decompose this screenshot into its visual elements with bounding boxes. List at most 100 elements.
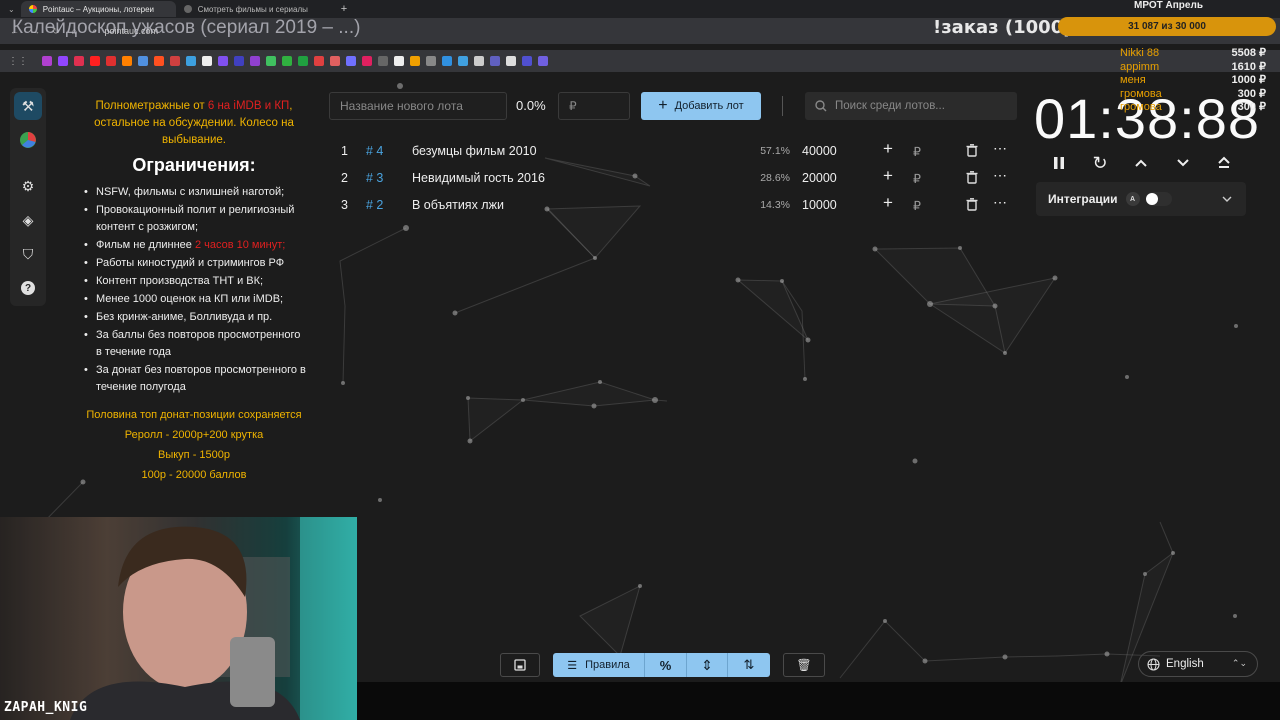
lot-name[interactable]: В объятиях лжи: [412, 198, 504, 212]
decrease-time-button[interactable]: [1172, 152, 1194, 174]
bookmark-icon[interactable]: [122, 56, 132, 66]
sidebar-wheel-button[interactable]: [14, 126, 42, 154]
bookmark-icon[interactable]: [394, 56, 404, 66]
lot-id-link[interactable]: # 2: [366, 198, 383, 212]
bookmark-icon[interactable]: [314, 56, 324, 66]
trash-icon[interactable]: [966, 144, 978, 160]
compact-toggle-button[interactable]: ⇕: [687, 653, 728, 677]
tab-pointauc[interactable]: Pointauc – Аукционы, лотереи: [20, 1, 176, 17]
lots-list: 1 # 4 безумцы фильм 2010 57.1% 40000 + ₽…: [330, 137, 1015, 218]
add-amount-icon[interactable]: +: [883, 166, 893, 186]
rules-toggle-button[interactable]: ☰ Правила: [553, 653, 645, 677]
integrations-panel[interactable]: Интеграции A: [1036, 182, 1246, 216]
lot-currency[interactable]: ₽: [913, 144, 921, 159]
list-item: За донат без повторов просмотренного в т…: [80, 362, 308, 396]
more-options-icon[interactable]: ⋯: [993, 140, 1007, 157]
lot-amount[interactable]: 40000: [802, 144, 837, 158]
lot-search-input[interactable]: Поиск среди лотов...: [805, 92, 1017, 120]
percent-toggle-button[interactable]: %: [645, 653, 687, 677]
bookmark-icon[interactable]: [58, 56, 68, 66]
bookmark-icon[interactable]: [42, 56, 52, 66]
bookmark-icon[interactable]: [282, 56, 292, 66]
lot-name[interactable]: Невидимый гость 2016: [412, 171, 545, 185]
bookmark-icon[interactable]: [154, 56, 164, 66]
bookmark-icon[interactable]: [266, 56, 276, 66]
bookmark-icon[interactable]: [506, 56, 516, 66]
double-increase-time-button[interactable]: [1213, 152, 1235, 174]
donor-amount: 1000 ₽: [1231, 74, 1266, 86]
list-item: Менее 1000 оценок на КП или iMDB;: [80, 291, 308, 308]
double-chevron-up-icon: [1218, 156, 1230, 168]
lot-amount[interactable]: 10000: [802, 198, 837, 212]
bookmark-icon[interactable]: [170, 56, 180, 66]
bookmark-icon[interactable]: [426, 56, 436, 66]
sidebar-shield-button[interactable]: ⛉: [14, 240, 42, 268]
save-button[interactable]: [500, 653, 540, 677]
new-tab-icon[interactable]: +: [341, 3, 347, 15]
reset-button[interactable]: ↻: [1089, 152, 1111, 174]
bookmark-icon[interactable]: [538, 56, 548, 66]
bookmark-icon[interactable]: [330, 56, 340, 66]
bookmark-icon[interactable]: [346, 56, 356, 66]
reset-icon: ↻: [1092, 152, 1108, 173]
sidebar-settings-button[interactable]: ⚙: [14, 172, 42, 200]
lot-amount[interactable]: 20000: [802, 171, 837, 185]
bookmark-icon[interactable]: [186, 56, 196, 66]
more-options-icon[interactable]: ⋯: [993, 167, 1007, 184]
bookmark-icon[interactable]: [250, 56, 260, 66]
lot-name[interactable]: безумцы фильм 2010: [412, 144, 537, 158]
bookmark-icon[interactable]: [442, 56, 452, 66]
lot-id-link[interactable]: # 4: [366, 144, 383, 158]
lot-name-input[interactable]: Название нового лота: [329, 92, 507, 120]
more-options-icon[interactable]: ⋯: [993, 194, 1007, 211]
donor-name: меня: [1120, 74, 1146, 86]
trash-icon[interactable]: [966, 171, 978, 187]
integrations-toggle[interactable]: [1145, 192, 1172, 206]
sidebar-help-button[interactable]: ?: [14, 274, 42, 302]
lot-amount-input[interactable]: ₽: [558, 92, 630, 120]
trash-icon[interactable]: [966, 198, 978, 214]
webcam-feed: [0, 517, 357, 720]
language-select[interactable]: English ⌃⌄: [1138, 651, 1258, 677]
bookmark-icon[interactable]: [490, 56, 500, 66]
clear-all-button[interactable]: 🗑: [783, 653, 825, 677]
tab-movies[interactable]: Смотреть фильмы и сериалы: [176, 1, 331, 17]
increase-time-button[interactable]: [1130, 152, 1152, 174]
lot-row: 1 # 4 безумцы фильм 2010 57.1% 40000 + ₽…: [330, 137, 1015, 164]
donor-name: appimm: [1120, 60, 1160, 73]
bookmark-icon[interactable]: [218, 56, 228, 66]
bookmark-icon[interactable]: [474, 56, 484, 66]
chevron-up-icon: [1135, 159, 1147, 167]
bookmark-icon[interactable]: [522, 56, 532, 66]
bookmark-icon[interactable]: [378, 56, 388, 66]
lot-name-placeholder: Название нового лота: [340, 99, 463, 113]
search-icon: [815, 100, 827, 112]
list-item: Контент производства ТНТ и ВК;: [80, 273, 308, 290]
bookmark-icon[interactable]: [106, 56, 116, 66]
bookmark-icon[interactable]: [298, 56, 308, 66]
sidebar-auction-button[interactable]: ⚒: [14, 92, 42, 120]
bookmark-icon[interactable]: [74, 56, 84, 66]
bookmark-icon[interactable]: [138, 56, 148, 66]
compress-icon: ⇕: [701, 656, 713, 673]
pause-button[interactable]: [1048, 152, 1070, 174]
note-text: Половина топ донат-позиции сохраняется: [86, 409, 302, 421]
add-amount-icon[interactable]: +: [883, 139, 893, 159]
add-amount-icon[interactable]: +: [883, 193, 893, 213]
rules-intro: Полнометражные от 6 на iMDB и КП, осталь…: [94, 100, 294, 146]
chevron-down-icon[interactable]: [1222, 192, 1232, 206]
lot-currency[interactable]: ₽: [913, 171, 921, 186]
add-lot-button[interactable]: + Добавить лот: [641, 92, 761, 120]
lot-id-link[interactable]: # 3: [366, 171, 383, 185]
bookmark-icon[interactable]: [362, 56, 372, 66]
bookmark-icon[interactable]: [410, 56, 420, 66]
bookmark-icon[interactable]: [202, 56, 212, 66]
bookmark-icon[interactable]: [458, 56, 468, 66]
bookmark-icon[interactable]: [90, 56, 100, 66]
sidebar-layers-button[interactable]: ◈: [14, 206, 42, 234]
tab-search-icon[interactable]: ⌄: [8, 5, 15, 14]
lot-currency[interactable]: ₽: [913, 198, 921, 213]
apps-grid-icon[interactable]: ⋮⋮: [8, 56, 28, 67]
bookmark-icon[interactable]: [234, 56, 244, 66]
sort-button[interactable]: ⇅: [728, 653, 770, 677]
